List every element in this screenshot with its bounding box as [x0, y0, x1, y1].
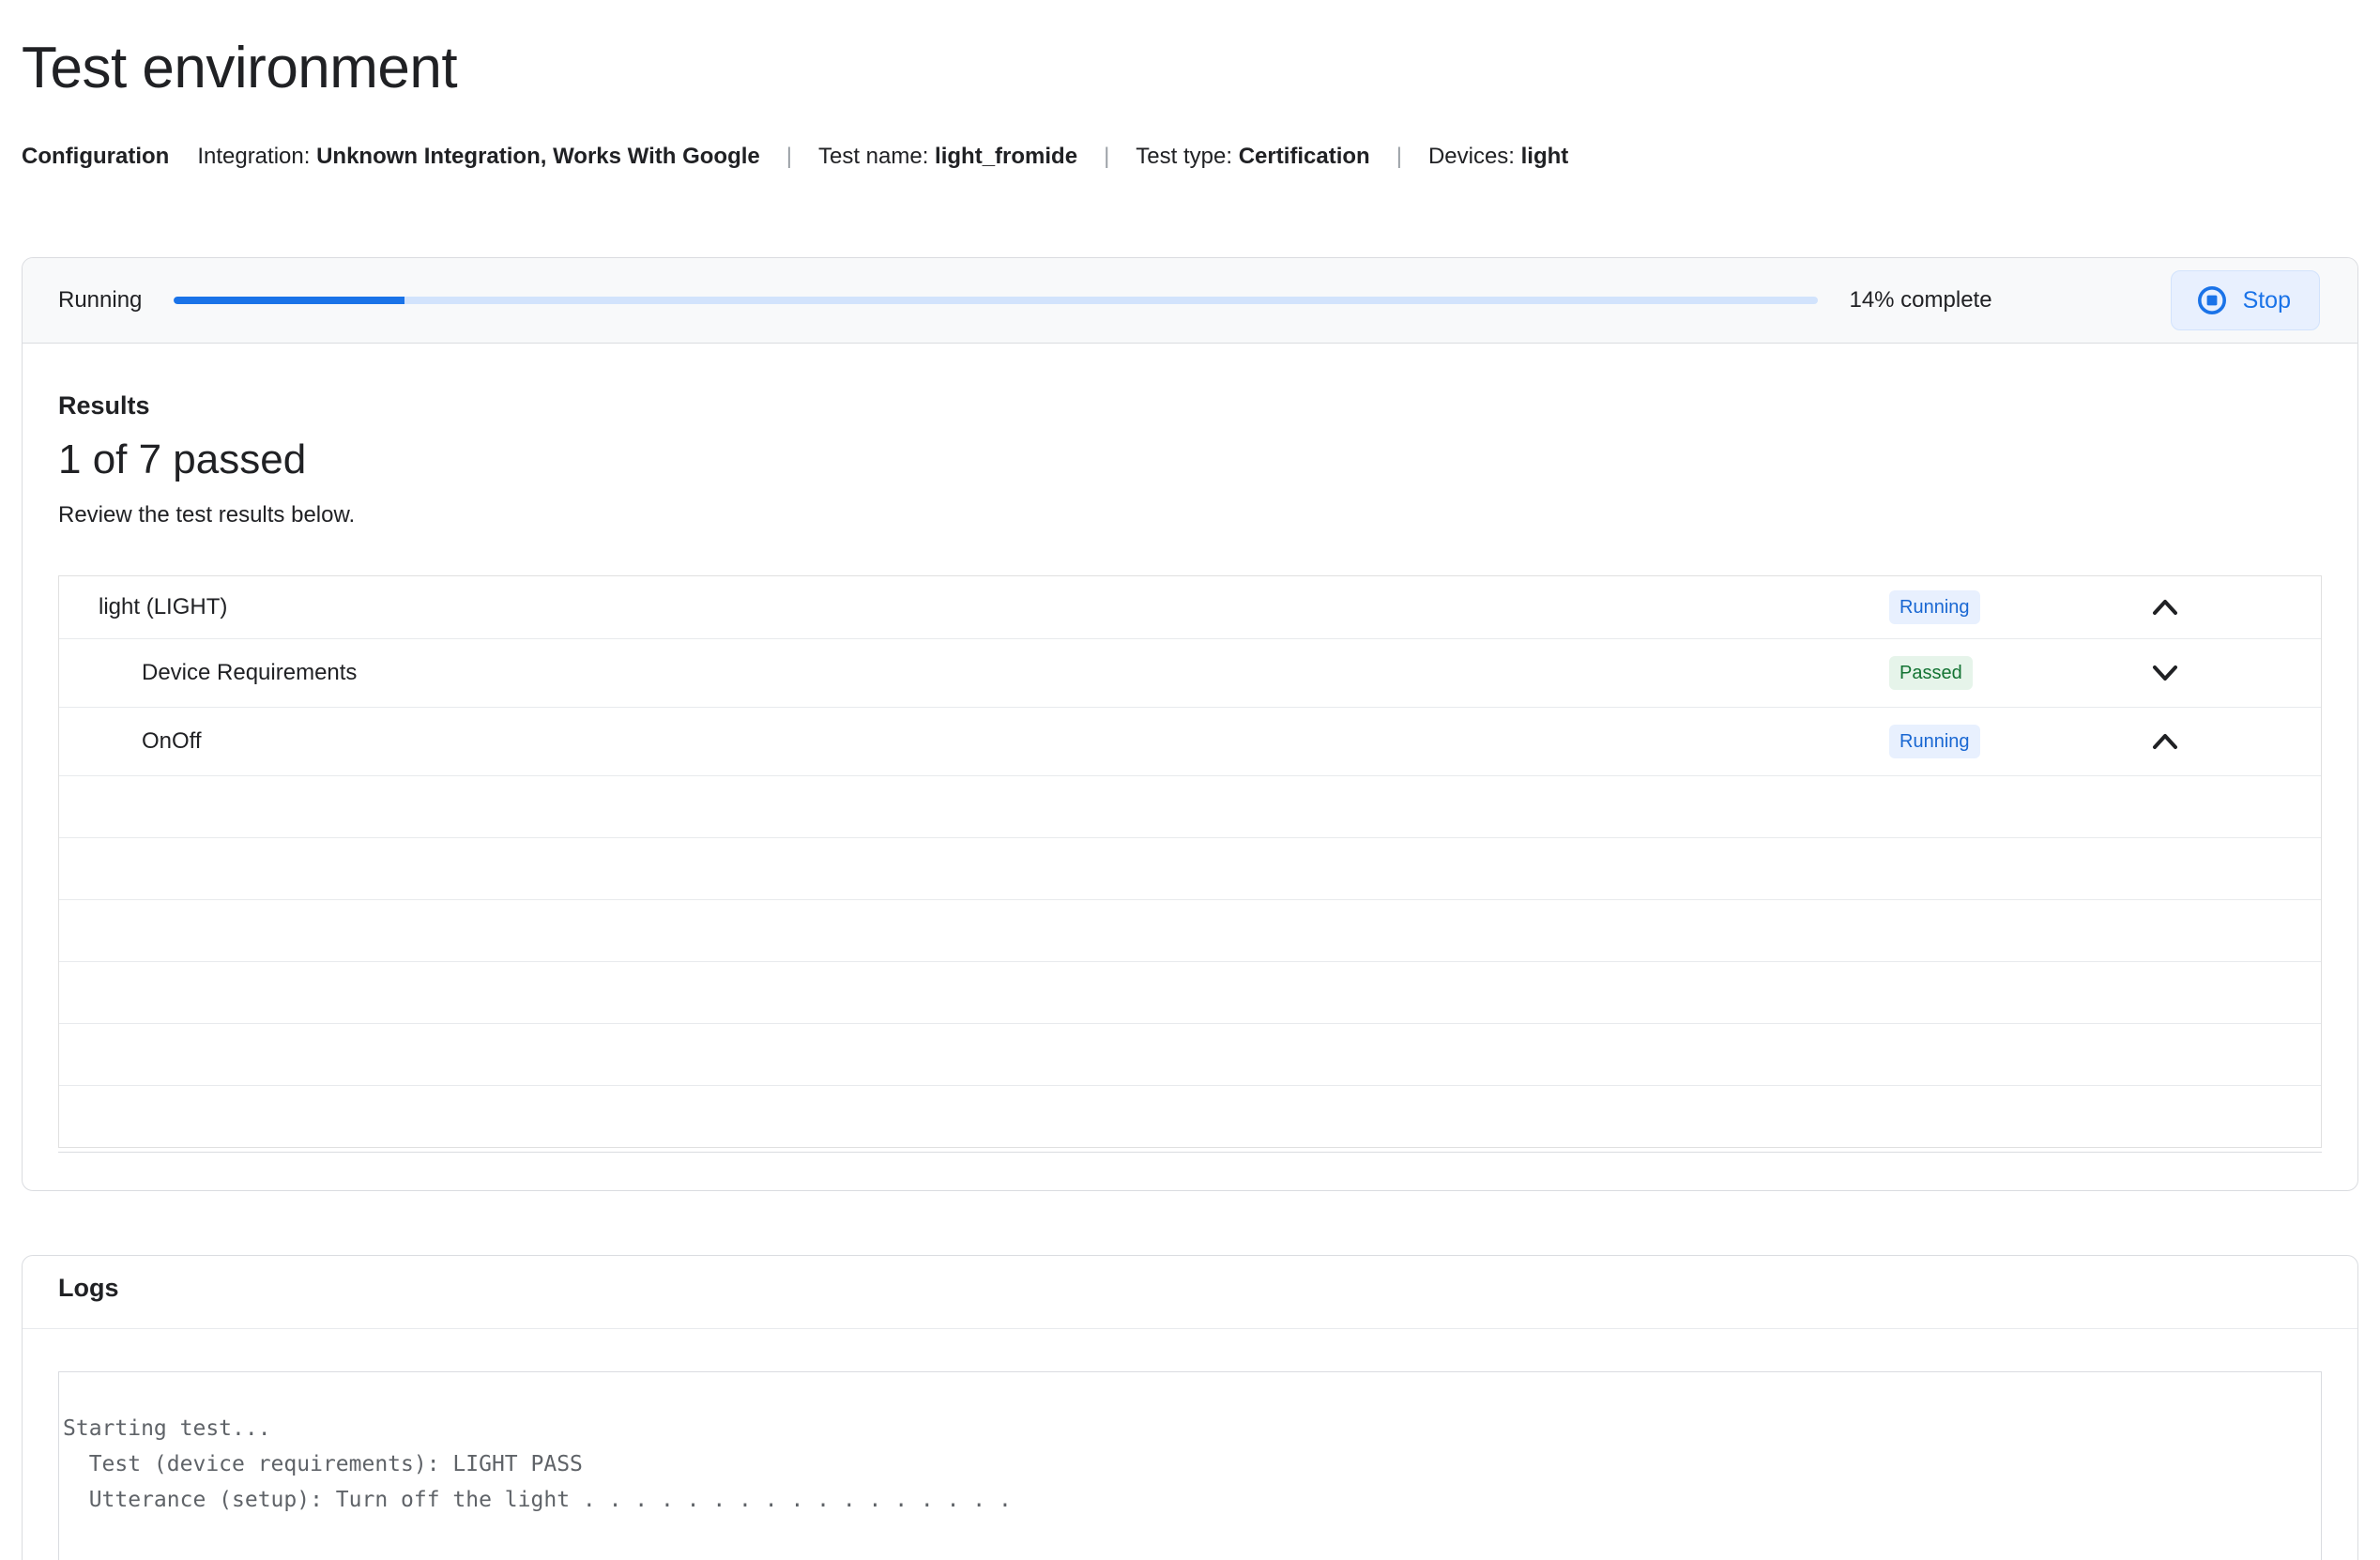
table-row-empty	[59, 1085, 2321, 1147]
config-separator: |	[786, 144, 792, 169]
status-badge-cell: Running	[1889, 725, 2148, 758]
results-subtitle: Review the test results below.	[58, 502, 356, 528]
table-row-empty	[59, 775, 2321, 837]
results-card: Running 14% complete Stop Results 1 of 7…	[22, 257, 2358, 1191]
status-badge: Running	[1889, 590, 1980, 624]
status-badge: Running	[1889, 725, 1980, 758]
log-line: Test (device requirements): LIGHT PASS	[63, 1452, 583, 1476]
page-title: Test environment	[22, 36, 458, 100]
test-row-name: light (LIGHT)	[99, 594, 228, 619]
table-underline	[58, 1152, 2322, 1153]
chevron-up-icon[interactable]	[2148, 725, 2182, 758]
config-devices-label: Devices:	[1427, 144, 1515, 169]
config-devices-value: light	[1520, 144, 1569, 169]
config-integration-value: Unknown Integration, Works With Google	[316, 144, 760, 169]
config-test-type-value: Certification	[1238, 144, 1370, 169]
status-badge-cell: Passed	[1889, 656, 2148, 690]
logs-divider	[23, 1328, 2357, 1329]
stop-button[interactable]: Stop	[2170, 270, 2320, 330]
stop-button-label: Stop	[2242, 286, 2291, 314]
table-row-empty	[59, 837, 2321, 899]
logs-card: Logs Starting test... Test (device requi…	[22, 1255, 2358, 1560]
status-badge-cell: Running	[1889, 590, 2148, 624]
chevron-down-icon[interactable]	[2148, 656, 2182, 690]
table-row[interactable]: light (LIGHT) Running	[59, 576, 2321, 638]
progress-bar-fill	[174, 297, 404, 304]
config-test-name-label: Test name:	[817, 144, 929, 169]
progress-strip: Running 14% complete Stop	[23, 258, 2357, 344]
results-heading: Results	[58, 391, 150, 420]
results-table: light (LIGHT) Running Device Requirements P…	[58, 575, 2322, 1148]
configuration-bar: Configuration Integration: Unknown Integ…	[22, 143, 2358, 171]
log-line: Starting test...	[63, 1416, 271, 1441]
results-summary: 1 of 7 passed	[58, 436, 307, 482]
table-row-empty	[59, 961, 2321, 1023]
chevron-up-icon[interactable]	[2148, 590, 2182, 624]
config-devices: Devices: light	[1428, 143, 1568, 171]
table-row[interactable]: OnOff Running	[59, 707, 2321, 775]
config-separator: |	[1396, 144, 1402, 169]
progress-percent-label: 14% complete	[1849, 287, 1992, 313]
test-environment-page: Test environment Configuration Integrati…	[0, 0, 2380, 1560]
logs-heading: Logs	[58, 1274, 119, 1302]
config-test-type: Test type: Certification	[1136, 143, 1369, 171]
status-badge: Passed	[1889, 656, 1973, 690]
test-row-name: OnOff	[142, 728, 202, 754]
table-row-empty	[59, 899, 2321, 961]
config-test-name-value: light_fromide	[935, 144, 1078, 169]
progress-status-label: Running	[58, 287, 143, 313]
log-output-box: Starting test... Test (device requiremen…	[58, 1371, 2322, 1560]
progress-bar	[174, 297, 1819, 304]
config-separator: |	[1104, 144, 1110, 169]
stop-circle-icon	[2197, 286, 2226, 314]
table-row-empty	[59, 1023, 2321, 1085]
test-row-name: Device Requirements	[142, 660, 358, 685]
results-section: Results 1 of 7 passed Review the test re…	[23, 344, 2357, 1190]
log-line: Utterance (setup): Turn off the light . …	[63, 1488, 1012, 1512]
config-integration-label: Integration:	[197, 144, 311, 169]
configuration-heading: Configuration	[22, 144, 170, 169]
config-test-type-label: Test type:	[1136, 144, 1233, 169]
config-integration: Integration: Unknown Integration, Works …	[197, 143, 759, 171]
config-test-name: Test name: light_fromide	[818, 143, 1077, 171]
table-row[interactable]: Device Requirements Passed	[59, 638, 2321, 707]
